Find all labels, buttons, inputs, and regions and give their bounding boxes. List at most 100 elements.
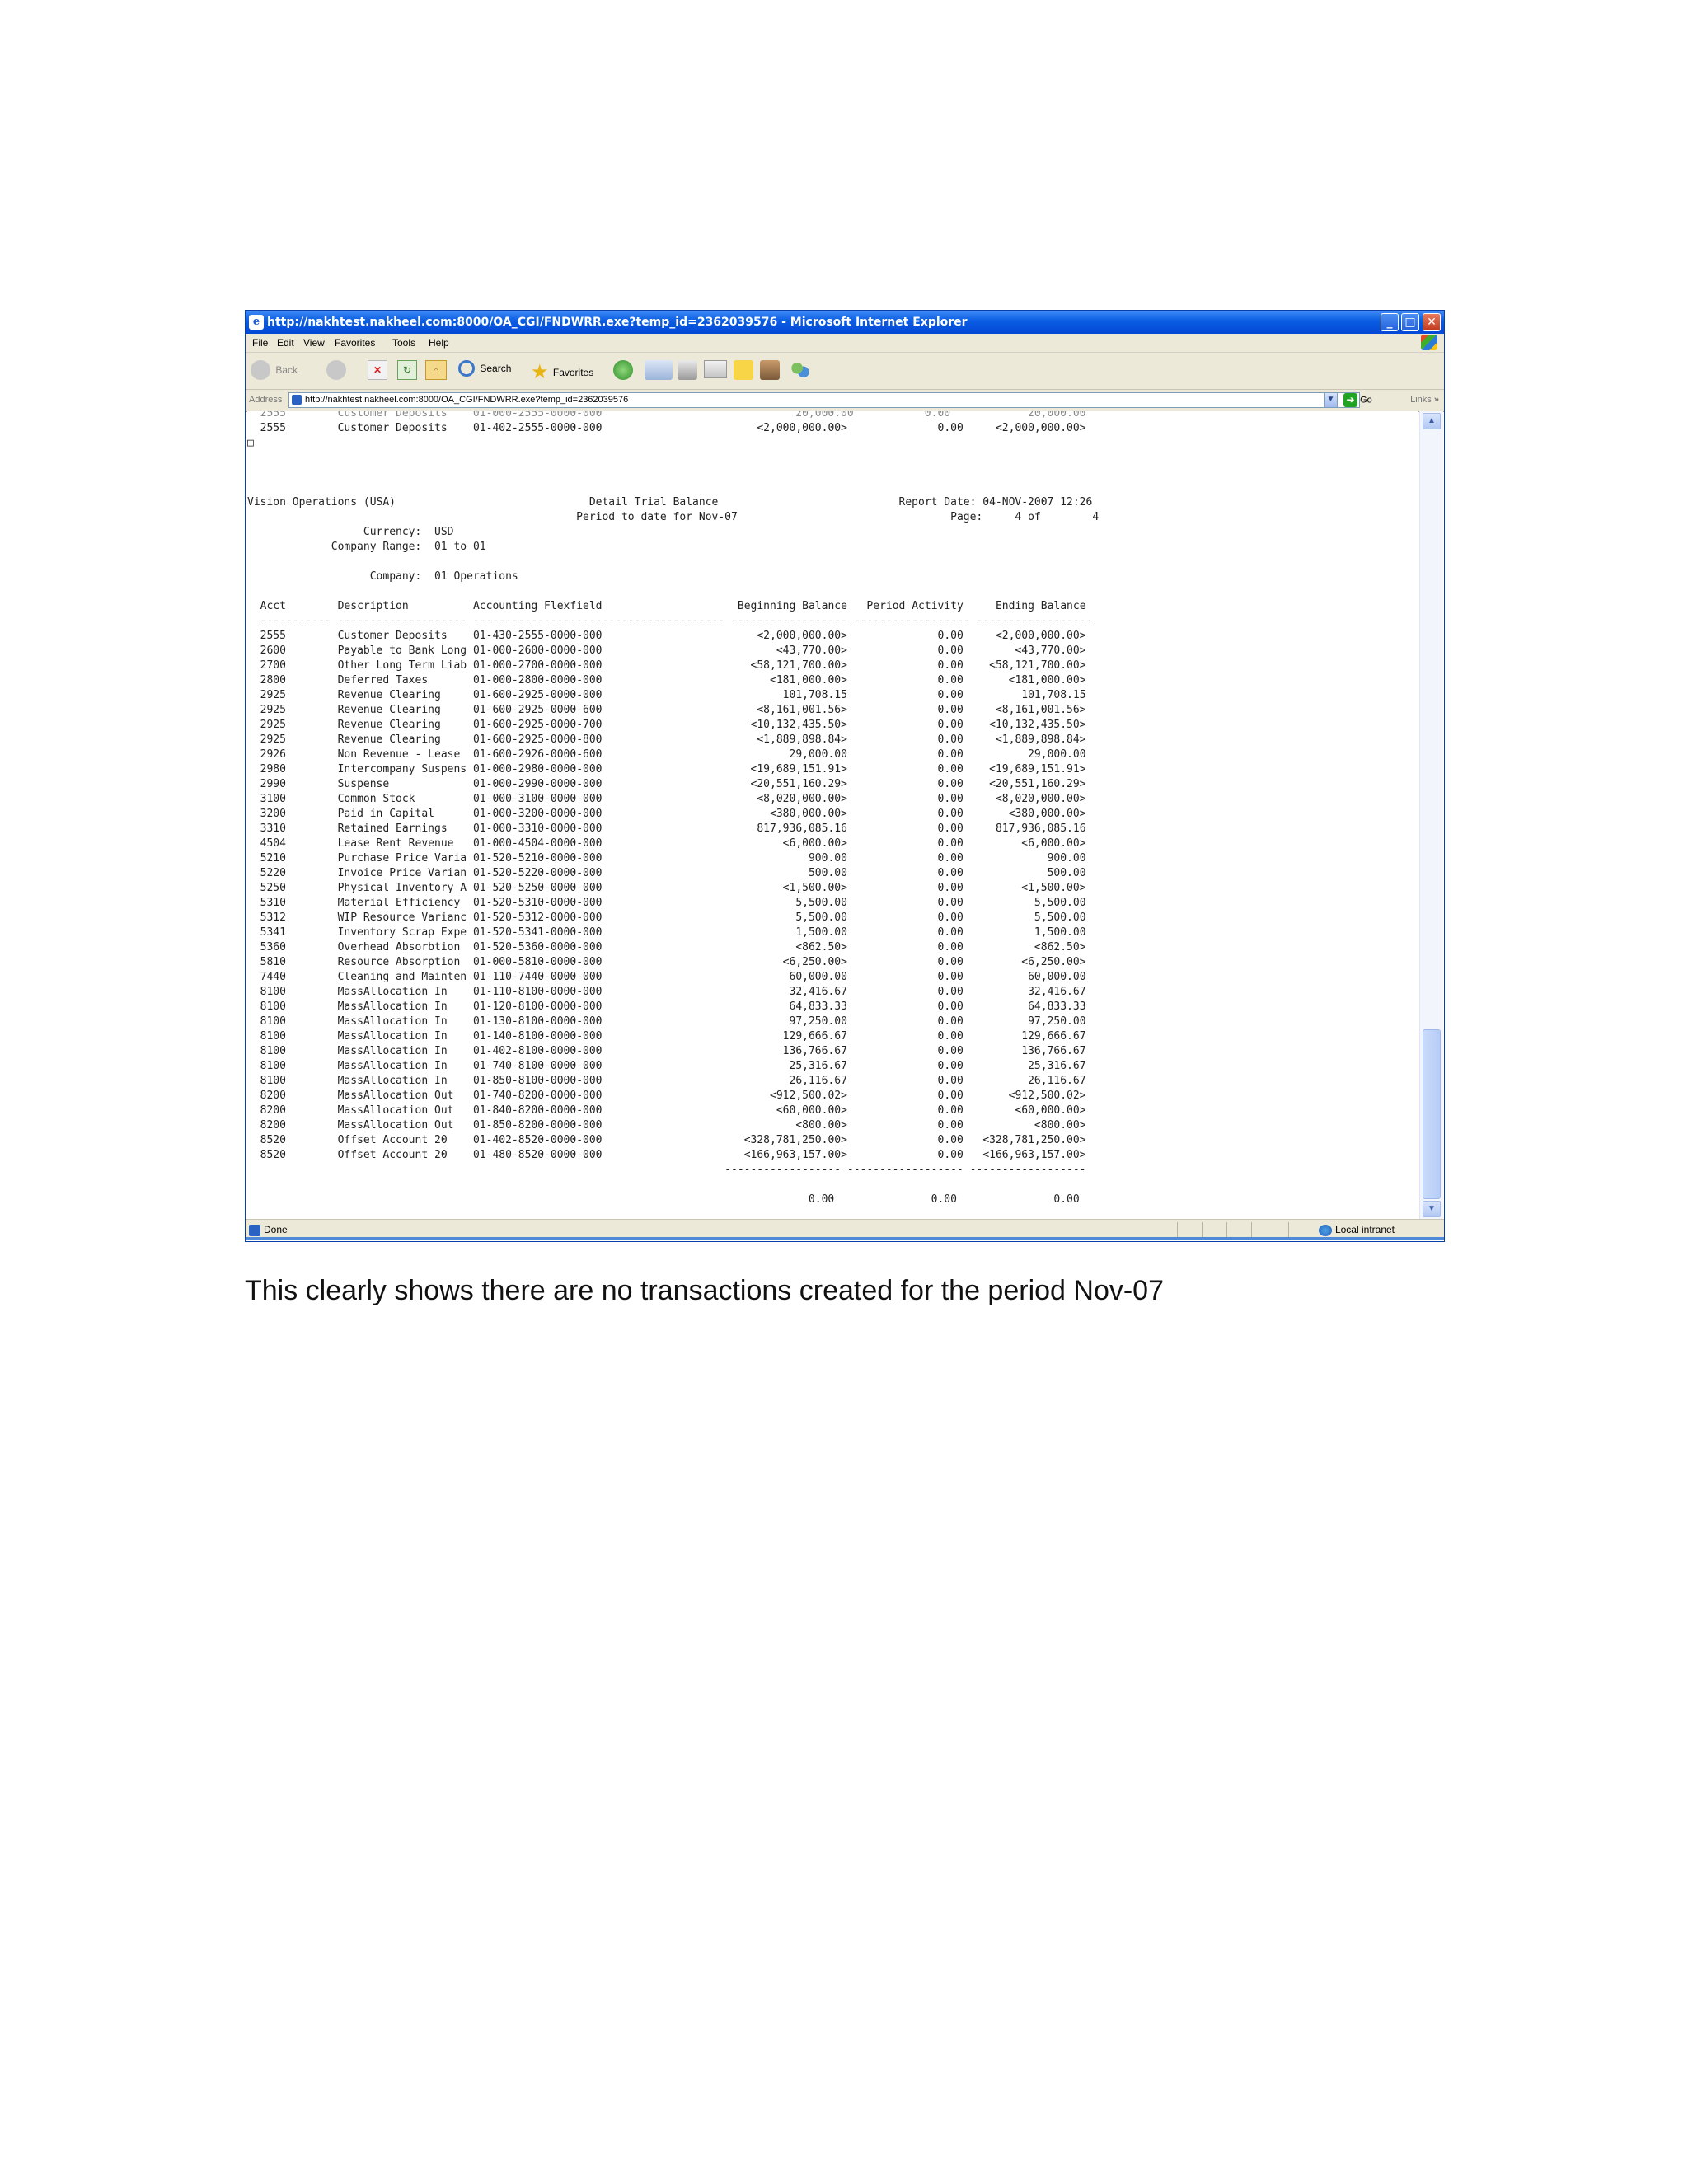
flex-cell: 01-600-2926-0000-600 — [472, 748, 603, 761]
period-activity-cell: 0.00 — [866, 1134, 964, 1146]
edit-icon[interactable] — [704, 360, 727, 378]
beginning-balance-cell: <166,963,157.00> — [615, 1149, 847, 1161]
desc-cell: Resource Absorption — [337, 956, 467, 968]
table-row: 2990 Suspense 01-000-2990-0000-000 <20,5… — [247, 778, 1086, 790]
go-button[interactable]: ➔ Go — [1343, 393, 1372, 407]
title-bar[interactable]: e http://nakhtest.nakheel.com:8000/OA_CG… — [246, 311, 1444, 334]
beginning-balance-cell: 817,936,085.16 — [615, 823, 847, 835]
menu-favorites[interactable]: Favorites — [335, 337, 375, 349]
currency-label: Currency: — [363, 526, 422, 538]
address-input[interactable]: http://nakhtest.nakheel.com:8000/OA_CGI/… — [288, 392, 1360, 408]
menu-edit[interactable]: Edit — [277, 337, 294, 349]
stop-icon[interactable]: ✕ — [368, 360, 387, 380]
status-text: Done — [264, 1224, 288, 1235]
beginning-balance-cell: <328,781,250.00> — [615, 1134, 847, 1146]
ending-balance-cell: <380,000.00> — [982, 808, 1086, 820]
links-button[interactable]: Links » — [1410, 395, 1439, 405]
table-row: 8200 MassAllocation Out 01-840-8200-0000… — [247, 1104, 1086, 1117]
status-done: Done — [249, 1224, 288, 1236]
ending-balance-cell: 29,000.00 — [982, 748, 1086, 761]
table-row: 2980 Intercompany Suspens 01-000-2980-00… — [247, 763, 1086, 776]
period-activity-cell: 0.00 — [866, 689, 964, 701]
beginning-balance-cell: <800.00> — [615, 1119, 847, 1132]
header-ending-balance: Ending Balance — [982, 600, 1086, 612]
status-divider — [1226, 1222, 1227, 1237]
address-url: http://nakhtest.nakheel.com:8000/OA_CGI/… — [305, 395, 629, 405]
beginning-balance-cell: <2,000,000.00> — [615, 630, 847, 642]
period-activity-cell: 0.00 — [866, 971, 964, 983]
scroll-down-icon[interactable]: ▼ — [1423, 1201, 1441, 1217]
history-icon[interactable] — [613, 360, 633, 380]
refresh-icon[interactable]: ↻ — [397, 360, 417, 380]
beginning-balance-cell: <19,689,151.91> — [615, 763, 847, 776]
desc-cell: MassAllocation In — [337, 1075, 467, 1087]
print-icon[interactable] — [678, 360, 697, 380]
beginning-balance-cell: 29,000.00 — [615, 748, 847, 761]
home-icon[interactable]: ⌂ — [425, 360, 447, 380]
minimize-button[interactable]: _ — [1381, 313, 1399, 331]
security-zone: Local intranet — [1318, 1224, 1395, 1236]
flex-cell: 01-430-2555-0000-000 — [472, 630, 603, 642]
flex-cell: 01-110-8100-0000-000 — [472, 986, 603, 998]
period-activity-cell: 0.00 — [866, 763, 964, 776]
total-beginning-balance: 0.00 — [724, 1193, 835, 1206]
table-row: 5210 Purchase Price Varia 01-520-5210-00… — [247, 852, 1086, 865]
flex-cell: 01-000-2800-0000-000 — [472, 674, 603, 687]
table-row: 5810 Resource Absorption 01-000-5810-000… — [247, 956, 1086, 968]
desc-cell: Overhead Absorbtion — [337, 941, 467, 954]
period-line: Period to date for Nov-07 — [576, 511, 951, 523]
vertical-scrollbar[interactable]: ▲ ▼ — [1419, 411, 1443, 1219]
company-range-label: Company Range: — [331, 541, 422, 553]
ending-balance-cell: <60,000.00> — [982, 1104, 1086, 1117]
desc-cell: Revenue Clearing — [337, 733, 467, 746]
close-button[interactable]: ✕ — [1423, 313, 1441, 331]
desc-cell: Revenue Clearing — [337, 704, 467, 716]
favorites-button[interactable]: ★ Favorites — [531, 360, 605, 383]
beginning-balance-cell: <43,770.00> — [615, 644, 847, 657]
flex-cell: 01-600-2925-0000-600 — [472, 704, 603, 716]
menu-tools[interactable]: Tools — [392, 337, 415, 349]
acct-cell: 2980 — [260, 763, 325, 776]
table-row: 2800 Deferred Taxes 01-000-2800-0000-000… — [247, 674, 1086, 687]
acct-cell: 2925 — [260, 733, 325, 746]
forward-arrow-icon[interactable] — [326, 360, 346, 380]
header-acct: Acct — [260, 600, 325, 612]
scroll-thumb[interactable] — [1423, 1029, 1441, 1199]
acct-cell: 5210 — [260, 852, 325, 865]
messenger-icon[interactable] — [790, 360, 811, 380]
maximize-button[interactable]: □ — [1401, 313, 1419, 331]
report-content[interactable]: 2555 Customer Deposits 01-000-2555-0000-… — [247, 411, 1418, 1219]
menu-file[interactable]: File — [252, 337, 268, 349]
period-activity-cell: 0.00 — [866, 778, 964, 790]
discuss-icon[interactable] — [734, 360, 753, 380]
beginning-balance-cell: <58,121,700.00> — [615, 659, 847, 672]
menu-view[interactable]: View — [303, 337, 325, 349]
star-icon: ★ — [531, 361, 549, 383]
flex-cell: 01-600-2925-0000-700 — [472, 719, 603, 731]
table-row: 2600 Payable to Bank Long 01-000-2600-00… — [247, 644, 1086, 657]
windows-logo-icon — [1421, 335, 1437, 350]
flex-cell: 01-480-8520-0000-000 — [472, 1149, 603, 1161]
flex-cell: 01-520-5210-0000-000 — [472, 852, 603, 865]
page-of: of — [1028, 511, 1041, 523]
desc-cell: Revenue Clearing — [337, 689, 467, 701]
table-row: 3200 Paid in Capital 01-000-3200-0000-00… — [247, 808, 1086, 820]
mail-icon[interactable] — [645, 360, 673, 380]
period-activity-cell: 0.00 — [866, 852, 964, 865]
flex-cell: 01-000-2700-0000-000 — [472, 659, 603, 672]
research-icon[interactable] — [760, 360, 780, 380]
status-divider — [1288, 1222, 1289, 1237]
search-button[interactable]: Search — [458, 360, 521, 382]
menu-help[interactable]: Help — [429, 337, 449, 349]
back-button[interactable]: Back — [251, 360, 300, 382]
ending-balance-cell: 5,500.00 — [982, 897, 1086, 909]
beginning-balance-cell: <60,000.00> — [615, 1104, 847, 1117]
status-bar: Done Local intranet — [246, 1219, 1444, 1240]
beginning-balance-cell: 5,500.00 — [615, 912, 847, 924]
desc-cell: MassAllocation Out — [337, 1090, 467, 1102]
scroll-up-icon[interactable]: ▲ — [1423, 413, 1441, 429]
links-label: Links — [1410, 395, 1432, 405]
status-accent — [246, 1237, 1444, 1240]
address-dropdown-icon[interactable]: ▼ — [1324, 392, 1338, 408]
table-row: 5341 Inventory Scrap Expe 01-520-5341-00… — [247, 926, 1086, 939]
